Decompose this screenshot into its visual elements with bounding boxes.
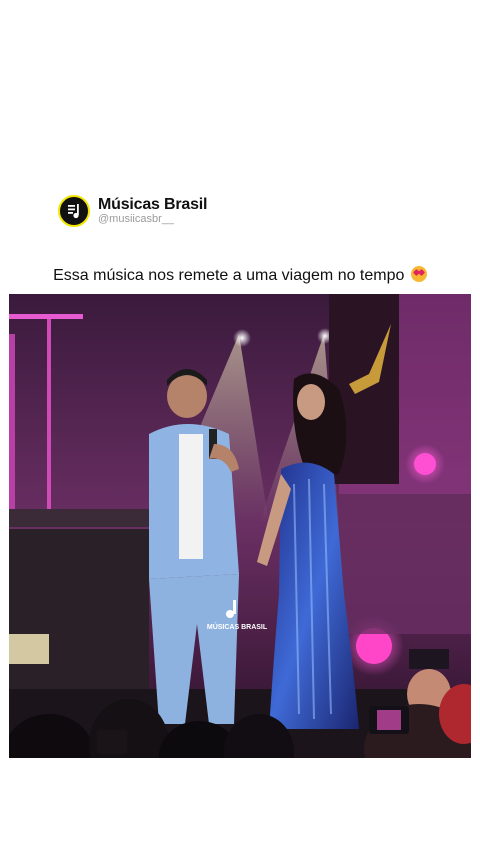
account-avatar[interactable] [58, 195, 90, 227]
concert-stage-scene: MÚSICAS BRASIL [9, 294, 471, 758]
music-note-icon [68, 204, 79, 219]
account-handle: @musiicasbr__ [98, 212, 174, 225]
post-caption: Essa música nos remete a uma viagem no t… [0, 266, 480, 285]
account-name[interactable]: Músicas Brasil [98, 196, 207, 214]
post-header: Músicas Brasil @musiicasbr__ [58, 195, 207, 227]
caption-text: Essa música nos remete a uma viagem no t… [53, 267, 405, 284]
heart-eyes-emoji [410, 266, 427, 282]
video-player[interactable]: MÚSICAS BRASIL [9, 294, 471, 758]
watermark-text: MÚSICAS BRASIL [207, 622, 268, 631]
account-info: Músicas Brasil @musiicasbr__ [98, 196, 207, 225]
